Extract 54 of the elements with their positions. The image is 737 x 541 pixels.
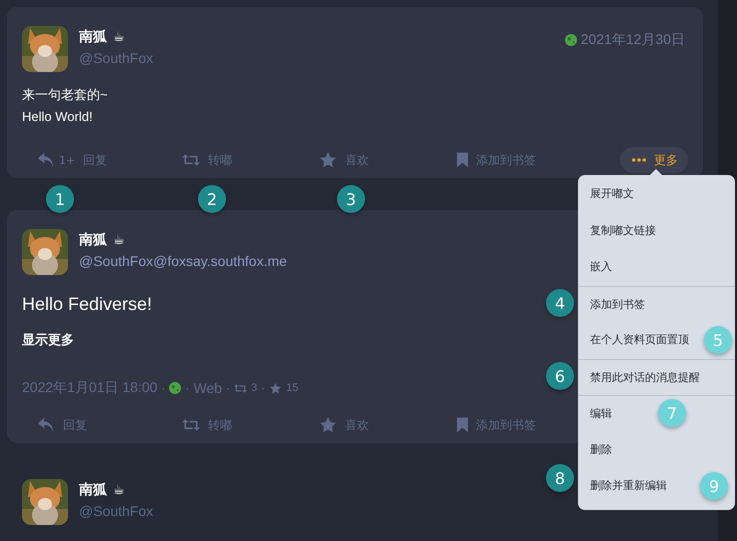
user-handle: @SouthFox	[79, 50, 154, 66]
post-text: Hello Fediverse!	[22, 293, 152, 315]
action-label: 喜欢	[345, 416, 369, 434]
separator-dot: ·	[226, 381, 230, 395]
boost-icon	[234, 382, 247, 394]
coffee-emoji: ☕	[113, 232, 125, 248]
star-icon	[269, 382, 282, 394]
reply-icon	[37, 152, 55, 168]
boost-count: 3	[250, 382, 258, 394]
number-marker: 1	[46, 185, 74, 213]
action-label: 添加到书签	[476, 152, 536, 168]
bookmark-icon	[457, 417, 468, 433]
number-marker: 3	[337, 185, 365, 213]
action-label: 转嘟	[208, 152, 232, 168]
separator-dot: ·	[261, 381, 266, 395]
menu-item[interactable]: 删除	[578, 432, 735, 468]
reply-icon	[37, 417, 55, 433]
post-text: Hello World!	[22, 108, 93, 126]
boost-icon	[182, 417, 200, 433]
menu-item[interactable]: 复制嘟文链接	[578, 212, 735, 249]
show-more-link[interactable]: 显示更多	[22, 331, 74, 349]
number-marker: 8	[546, 464, 574, 492]
favourite-count: 15	[286, 382, 298, 394]
action-label: 回复	[83, 152, 108, 168]
user-handle: @SouthFox	[79, 503, 154, 519]
display-name: 南狐	[79, 231, 107, 249]
action-label: 添加到书签	[476, 416, 536, 434]
more-button[interactable]: 更多	[620, 147, 688, 173]
number-marker: 2	[198, 185, 226, 213]
app-name: Web	[193, 380, 222, 396]
user-handle: @SouthFox@foxsay.southfox.me	[79, 253, 287, 269]
bookmark-icon	[457, 152, 468, 168]
menu-item[interactable]: 禁用此对话的消息提醒	[578, 358, 735, 395]
separator-dot: ·	[185, 381, 190, 395]
post-text: 来一句老套的~	[22, 86, 108, 104]
separator-dot: ·	[161, 381, 166, 395]
coffee-emoji: ☕	[113, 30, 125, 44]
star-icon	[319, 417, 337, 433]
action-label: 转嘟	[208, 416, 232, 434]
action-label: 喜欢	[345, 152, 369, 168]
reply-count: 1+	[59, 154, 76, 166]
action-label: 更多	[654, 152, 678, 168]
post-timestamp: 2022年1月01日 18:00	[22, 379, 158, 397]
star-icon	[319, 152, 337, 168]
menu-item[interactable]: 展开嘟文	[578, 176, 735, 212]
action-label: 回复	[63, 416, 87, 434]
display-name: 南狐	[79, 28, 107, 46]
boost-icon	[182, 152, 200, 168]
post-date: 2021年12月30日	[580, 31, 685, 49]
display-name: 南狐	[79, 481, 107, 499]
menu-item[interactable]: 嵌入	[578, 249, 735, 286]
more-icon	[632, 158, 646, 162]
coffee-emoji: ☕	[113, 482, 125, 498]
menu-item[interactable]: 添加到书签	[578, 286, 735, 322]
